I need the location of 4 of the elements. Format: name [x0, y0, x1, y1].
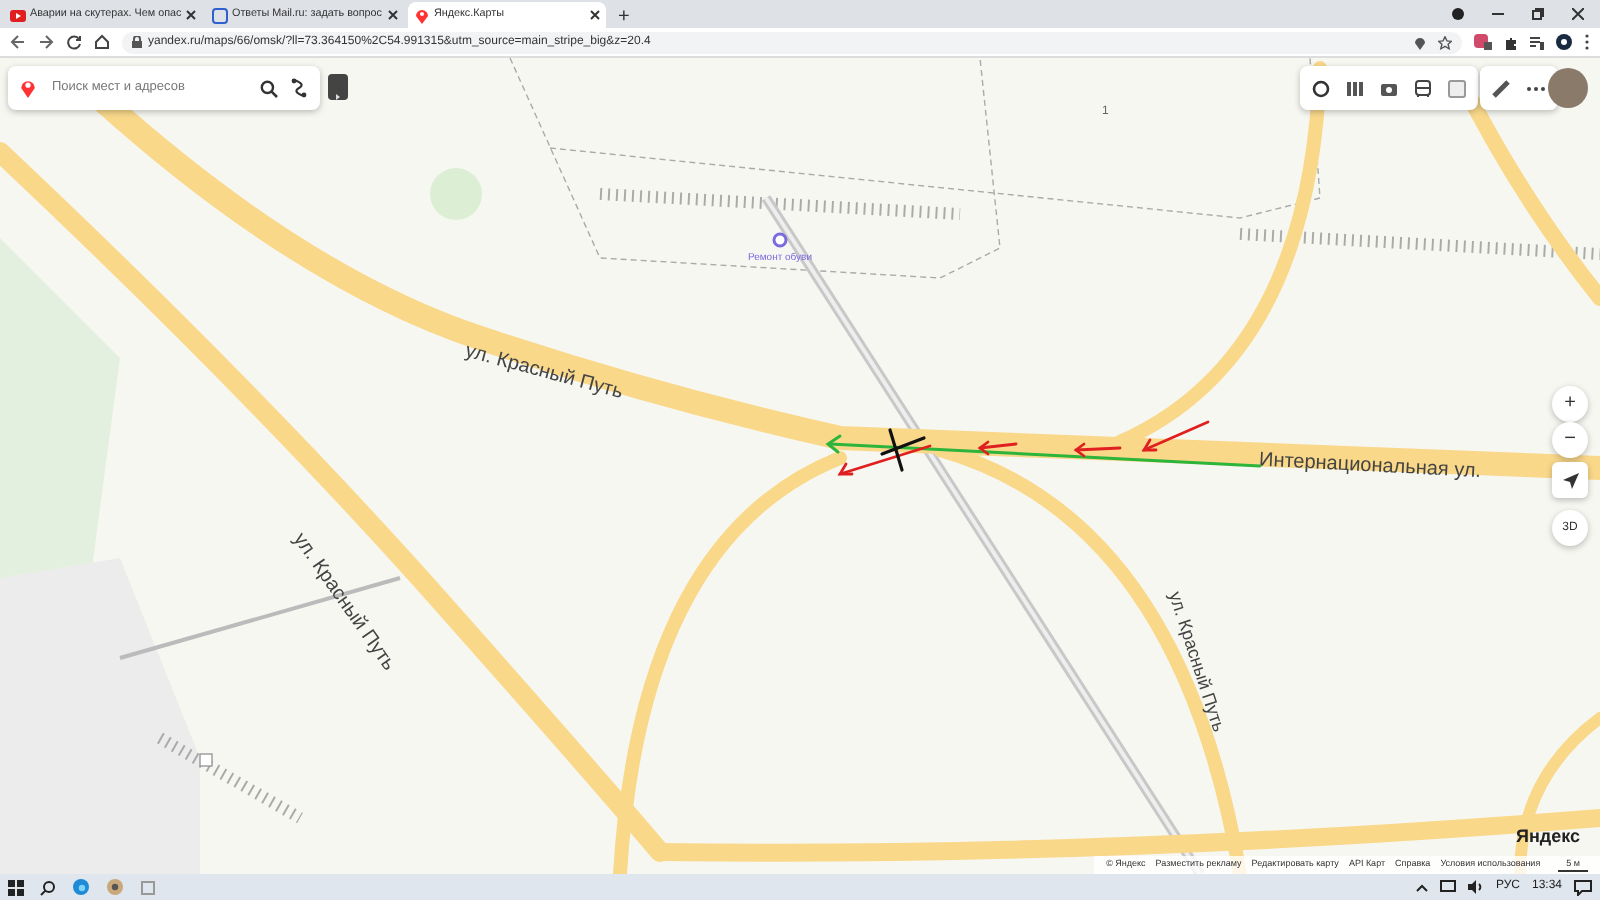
yandex-logo: Яндекс — [1515, 823, 1580, 850]
street-label: ул. Красный Путь — [462, 340, 626, 404]
new-tab-button[interactable]: + — [610, 8, 638, 28]
street-label: Интернациональная ул. — [1258, 449, 1482, 484]
